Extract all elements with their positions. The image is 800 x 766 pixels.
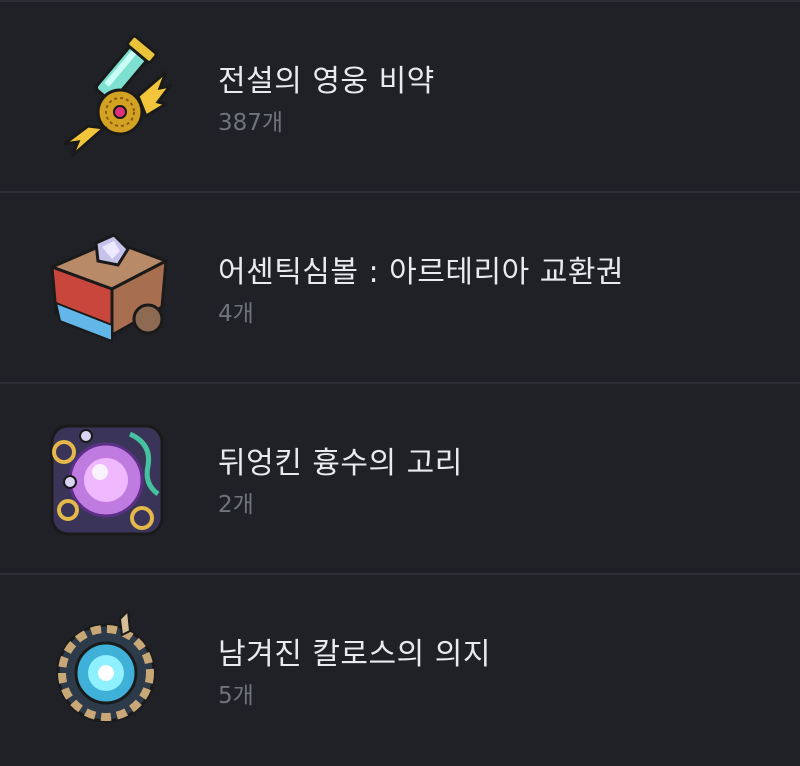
item-name: 어센틱심볼 : 아르테리아 교환권 xyxy=(218,255,625,290)
item-count: 4개 xyxy=(218,301,254,327)
symbol-box-icon xyxy=(42,223,172,353)
item-count: 5개 xyxy=(218,683,254,709)
item-count: 387개 xyxy=(218,110,284,136)
list-item[interactable]: 뒤엉킨 흉수의 고리 2개 xyxy=(0,382,800,572)
item-name: 뒤엉킨 흉수의 고리 xyxy=(218,446,463,481)
potion-wing-icon xyxy=(42,32,172,162)
item-name: 남겨진 칼로스의 의지 xyxy=(218,637,491,672)
list-item[interactable]: 어센틱심볼 : 아르테리아 교환권 4개 xyxy=(0,191,800,381)
list-item[interactable]: 남겨진 칼로스의 의지 5개 xyxy=(0,573,800,763)
tangled-orb-icon xyxy=(42,414,172,544)
item-name: 전설의 영웅 비약 xyxy=(218,64,435,99)
kalos-will-icon xyxy=(42,605,172,735)
item-list: 전설의 영웅 비약 387개 어센틱심볼 : 아르테리아 교환권 4개 뒤엉킨 … xyxy=(0,0,800,766)
item-count: 2개 xyxy=(218,492,254,518)
list-item[interactable]: 전설의 영웅 비약 387개 xyxy=(0,0,800,190)
